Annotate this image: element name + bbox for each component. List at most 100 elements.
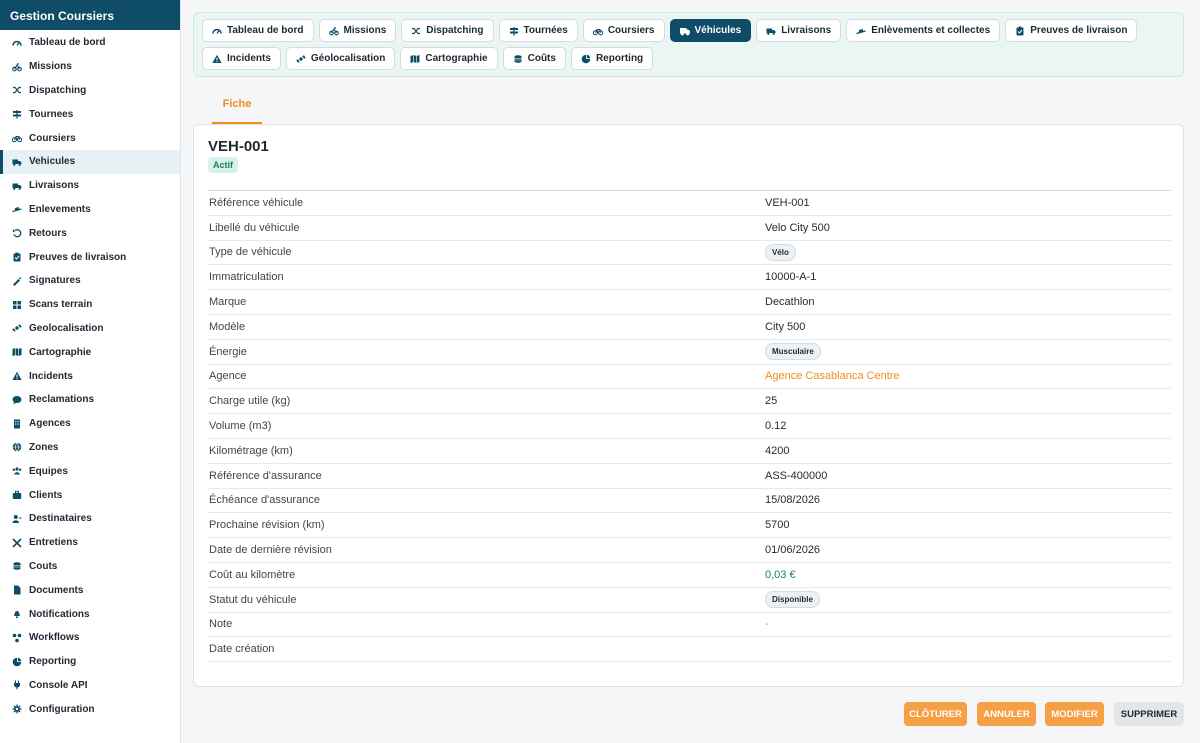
sidebar-item-enlevements[interactable]: Enlevements [0,198,180,222]
sidebar-item-reporting[interactable]: Reporting [0,650,180,674]
module-tab-bar: Tableau de bord Missions Dispatching Tourné… [193,12,1184,77]
field-row-energie: Énergie Musculaire [208,340,1171,365]
tab-tableau-de-bord[interactable]: Tableau de bord [202,19,314,42]
tab-livraisons[interactable]: Livraisons [756,19,842,42]
map-icon [410,54,420,64]
tab-preuves-de-livraison[interactable]: Preuves de livraison [1005,19,1138,42]
file-icon [12,585,22,595]
sidebar-item-couts[interactable]: Couts [0,555,180,579]
field-row-note: Note - [208,613,1171,638]
sidebar-item-agences[interactable]: Agences [0,412,180,436]
field-row-volume-m3: Volume (m3) 0.12 [208,414,1171,439]
sidebar-item-missions[interactable]: Missions [0,55,180,79]
sidebar-item-console-api[interactable]: Console API [0,674,180,698]
field-row-type-de-vehicule: Type de véhicule Vélo [208,241,1171,266]
delete-button[interactable]: SUPPRIMER [1114,702,1184,726]
field-value: 25 [765,395,778,408]
tab-fiche[interactable]: Fiche [212,96,262,124]
field-value: Disponible [765,591,820,609]
sidebar-item-livraisons[interactable]: Livraisons [0,174,180,198]
field-row-prochaine-revision-km: Prochaine révision (km) 5700 [208,513,1171,539]
field-label: Kilométrage (km) [209,444,293,457]
sidebar-item-signatures[interactable]: Signatures [0,269,180,293]
sidebar-item-vehicules[interactable]: Vehicules [0,149,180,174]
bike-icon [12,62,22,72]
sidebar-item-destinataires[interactable]: Destinataires [0,507,180,531]
field-row-immatriculation: Immatriculation 10000-A-1 [208,265,1171,291]
tab-geolocalisation[interactable]: Géolocalisation [285,47,396,70]
pie-chart-icon [12,657,22,667]
field-value: City 500 [765,320,806,333]
tab-couts[interactable]: Coûts [502,47,566,70]
tab-label: Tableau de bord [227,25,304,36]
user-tag-icon [12,514,22,524]
gauge-icon [12,38,22,48]
sidebar-item-entretiens[interactable]: Entretiens [0,531,180,555]
sidebar-item-tournees[interactable]: Tournees [0,102,180,126]
edit-button[interactable]: MODIFIER [1045,702,1104,726]
field-row-reference-vehicule: Référence véhicule VEH-001 [208,191,1171,216]
sidebar-item-scans-terrain[interactable]: Scans terrain [0,293,180,317]
field-label: Date de dernière révision [209,544,332,557]
clipboard-check-icon [12,252,22,262]
tab-tournees[interactable]: Tournées [498,19,578,42]
tab-missions[interactable]: Missions [318,19,397,42]
field-value: 5700 [765,519,790,532]
sidebar-item-notifications[interactable]: Notifications [0,602,180,626]
sidebar: Gestion Coursiers Tableau de bord Mission… [0,0,181,743]
tab-incidents[interactable]: Incidents [202,47,281,70]
field-label: Libellé du véhicule [209,221,300,234]
sidebar-item-reclamations[interactable]: Reclamations [0,388,180,412]
sidebar-item-cartographie[interactable]: Cartographie [0,340,180,364]
tab-label: Enlèvements et collectes [871,25,991,36]
tab-reporting[interactable]: Reporting [570,47,654,70]
field-label: Statut du véhicule [209,593,297,606]
field-value: 0,03 € [765,568,796,581]
sidebar-item-label: Equipes [29,465,68,477]
sidebar-item-label: Reporting [29,656,77,668]
sidebar-item-clients[interactable]: Clients [0,483,180,507]
sidebar-item-zones[interactable]: Zones [0,436,180,460]
tab-cartographie[interactable]: Cartographie [400,47,498,70]
field-label: Échéance d'assurance [209,494,320,507]
sidebar-item-label: Clients [29,489,63,501]
sidebar-item-retours[interactable]: Retours [0,221,180,245]
record-title: VEH-001 [208,138,269,155]
sidebar-item-tableau-de-bord[interactable]: Tableau de bord [0,31,180,55]
field-value: 01/06/2026 [765,544,821,557]
sidebar-item-geolocalisation[interactable]: Geolocalisation [0,317,180,341]
field-row-marque: Marque Decathlon [208,290,1171,315]
field-row-charge-utile-kg: Charge utile (kg) 25 [208,389,1171,415]
bell-icon [12,609,22,619]
tab-label: Livraisons [781,25,832,36]
bicycle-icon [592,26,603,36]
field-value: ASS-400000 [765,469,828,482]
bike-icon [328,26,339,36]
field-label: Volume (m3) [209,420,272,433]
tab-dispatching[interactable]: Dispatching [401,19,494,42]
tab-vehicules[interactable]: Véhicules [669,19,752,42]
sidebar-item-label: Workflows [29,632,80,644]
agency-link[interactable]: Agence Casablanca Centre [765,370,900,382]
tab-coursiers[interactable]: Coursiers [582,19,665,42]
sidebar-item-workflows[interactable]: Workflows [0,626,180,650]
sidebar-item-incidents[interactable]: Incidents [0,364,180,388]
sidebar-item-label: Reclamations [29,394,95,406]
field-value: Musculaire [765,343,821,361]
tab-enlevements-et-collectes[interactable]: Enlèvements et collectes [846,19,1001,42]
sidebar-item-equipes[interactable]: Equipes [0,459,180,483]
sidebar-item-dispatching[interactable]: Dispatching [0,79,180,103]
status-badge: Actif [208,157,238,173]
sidebar-item-coursiers[interactable]: Coursiers [0,126,180,150]
signpost-icon [12,109,22,119]
sidebar-item-documents[interactable]: Documents [0,578,180,602]
sidebar-item-preuves-de-livraison[interactable]: Preuves de livraison [0,245,180,269]
close-button[interactable]: CLÔTURER [904,702,967,726]
field-label: Référence véhicule [209,196,304,209]
sidebar-item-configuration[interactable]: Configuration [0,697,180,721]
sidebar-item-label: Notifications [29,608,90,620]
field-row-kilometrage-km: Kilométrage (km) 4200 [208,439,1171,464]
cancel-button[interactable]: ANNULER [977,702,1036,726]
satellite-icon [12,323,22,333]
sidebar-nav: Tableau de bord Missions Dispatching Tourne… [0,30,180,721]
